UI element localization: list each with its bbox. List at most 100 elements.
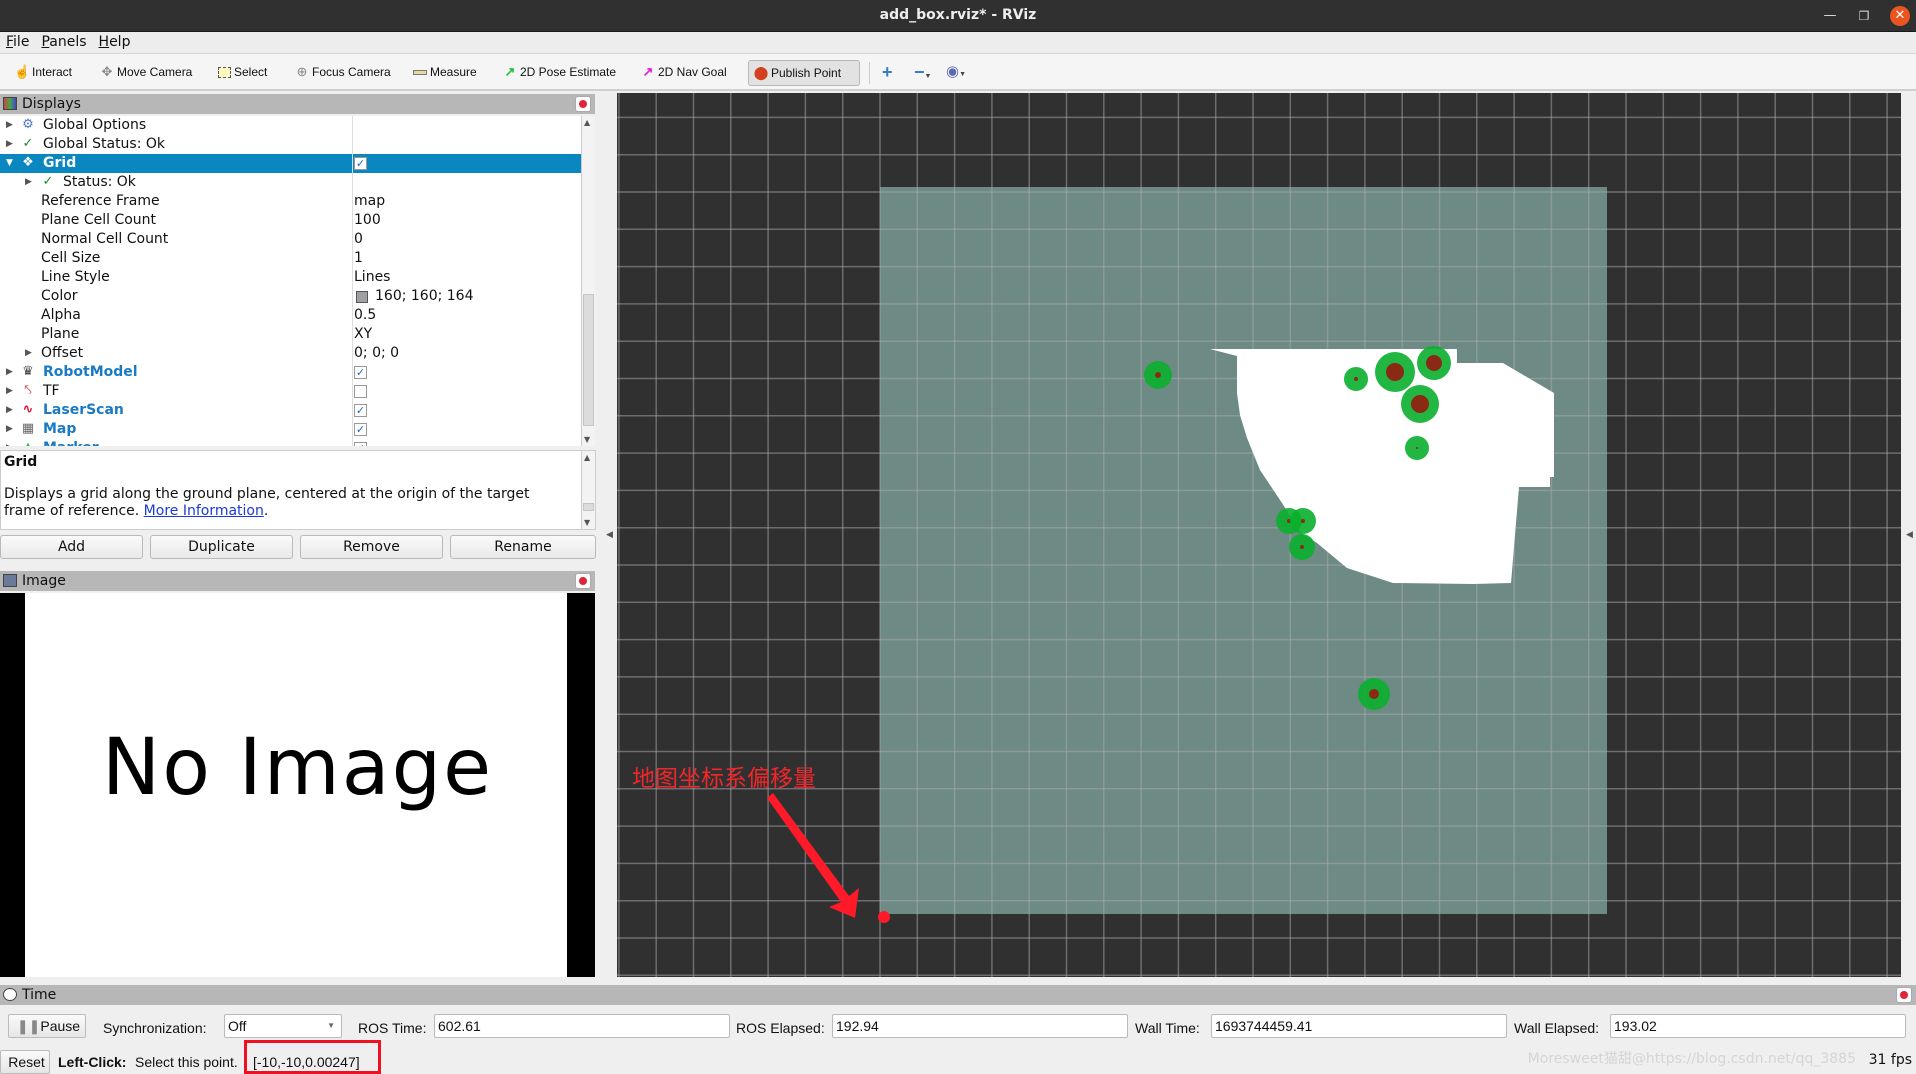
pause-button[interactable]: ❚❚Pause [8, 1014, 86, 1038]
tool-publish-point[interactable]: ⬤ Publish Point [748, 60, 860, 86]
obstacle-core [1300, 545, 1304, 549]
tool-measure[interactable]: Measure [408, 60, 481, 86]
tree-item-marker[interactable]: ▶▲Marker✓ [0, 439, 582, 446]
image-icon [3, 574, 17, 587]
gear-icon: ⚙ [22, 117, 34, 132]
displays-scrollbar[interactable]: ▲ ▼ [581, 116, 595, 446]
property-reference-frame[interactable]: Reference Frame map [0, 192, 582, 211]
tf-checkbox[interactable] [354, 385, 367, 398]
collapse-right-icon[interactable]: ◀ [1906, 530, 1913, 540]
property-alpha[interactable]: Alpha 0.5 [0, 306, 582, 325]
tool-focus-camera[interactable]: ⊕ Focus Camera [290, 60, 395, 86]
close-panel-icon[interactable] [575, 96, 591, 112]
description-panel: Grid Displays a grid along the ground pl… [0, 450, 596, 530]
annotation-text: 地图坐标系偏移量 [632, 766, 816, 792]
grid-icon: ❖ [22, 155, 34, 170]
tree-item-tf[interactable]: ▶ ⤣ TF [0, 382, 582, 401]
duplicate-button[interactable]: Duplicate [150, 535, 293, 559]
laserscan-checkbox[interactable]: ✓ [354, 404, 367, 417]
obstacle-core [1354, 377, 1358, 381]
image-view: No Image [0, 593, 595, 977]
tool-2d-nav-goal[interactable]: ↗ 2D Nav Goal [636, 60, 731, 86]
annotation-arrow [767, 793, 859, 918]
sync-label: Synchronization: [103, 1020, 207, 1036]
map-checkbox[interactable]: ✓ [354, 423, 367, 436]
tool-select[interactable]: Select [212, 60, 271, 86]
tree-item-grid[interactable]: ▼ ❖ Grid ✓ [0, 154, 582, 173]
tool-move-camera[interactable]: ✥ Move Camera [95, 60, 196, 86]
close-panel-icon[interactable] [1896, 987, 1912, 1003]
tool-interact[interactable]: ☝ Interact [10, 60, 76, 86]
close-panel-icon[interactable] [575, 573, 591, 589]
robot-icon: ♛ [22, 364, 34, 379]
check-icon: ✓ [22, 136, 34, 151]
rename-button[interactable]: Rename [450, 535, 596, 559]
ros-elapsed-label: ROS Elapsed: [736, 1020, 825, 1036]
collapse-left-icon[interactable]: ◀ [606, 530, 613, 540]
restore-icon[interactable]: ❐ [1854, 6, 1874, 26]
obstacle-core [1386, 363, 1404, 381]
displays-panel-header: Displays [0, 94, 595, 114]
menu-bar: File Panels Help [0, 32, 1916, 54]
3d-render-view[interactable] [617, 93, 1901, 977]
tree-item-global-options[interactable]: ▶ ⚙ Global Options [0, 116, 582, 135]
reset-button[interactable]: Reset [0, 1050, 50, 1074]
ruler-icon [412, 60, 428, 84]
tree-item-laserscan[interactable]: ▶ ∿ LaserScan ✓ [0, 401, 582, 420]
color-swatch[interactable] [356, 291, 368, 303]
time-panel-header: Time [0, 985, 1916, 1005]
wall-elapsed-field[interactable]: 193.02 [1610, 1014, 1906, 1038]
description-scrollbar[interactable]: ▲ ▼ [581, 451, 595, 529]
toolbar: ☝ Interact ✥ Move Camera Select ⊕ Focus Cam… [0, 54, 1916, 91]
remove-button[interactable]: Remove [300, 535, 443, 559]
add-button[interactable]: Add [0, 535, 143, 559]
image-panel-title: Image [22, 573, 66, 589]
column-separator [352, 116, 353, 446]
tool-2d-pose-estimate[interactable]: ↗ 2D Pose Estimate [498, 60, 620, 86]
fps-readout: 31 fps [1868, 1052, 1912, 1068]
wall-time-field[interactable]: 1693744459.41 [1211, 1014, 1507, 1038]
ros-time-field[interactable]: 602.61 [434, 1014, 730, 1038]
ros-elapsed-field[interactable]: 192.94 [832, 1014, 1128, 1038]
property-plane[interactable]: Plane XY [0, 325, 582, 344]
tree-item-global-status[interactable]: ▶ ✓ Global Status: Ok [0, 135, 582, 154]
minimize-icon[interactable]: — [1820, 6, 1840, 26]
menu-panels[interactable]: Panels [35, 32, 92, 50]
grid-enabled-checkbox[interactable]: ✓ [354, 157, 367, 170]
tree-item-map[interactable]: ▶ ▦ Map ✓ [0, 420, 582, 439]
property-normal-cell-count[interactable]: Normal Cell Count 0 [0, 230, 582, 249]
property-cell-size[interactable]: Cell Size 1 [0, 249, 582, 268]
chevron-down-icon: ▼ [327, 1021, 335, 1030]
published-point [878, 911, 890, 923]
window-title: add_box.rviz* - RViz [879, 7, 1037, 23]
menu-help[interactable]: Help [93, 32, 137, 50]
description-text: Displays a grid along the ground plane, … [4, 486, 530, 519]
more-information-link[interactable]: More Information [144, 503, 264, 519]
laserscan-icon: ∿ [22, 402, 34, 417]
title-bar: add_box.rviz* - RViz — ❐ ✕ [0, 0, 1916, 32]
wall-elapsed-label: Wall Elapsed: [1514, 1020, 1600, 1036]
plus-icon[interactable]: + [878, 60, 897, 86]
property-plane-cell-count[interactable]: Plane Cell Count 100 [0, 211, 582, 230]
menu-file[interactable]: File [0, 32, 35, 50]
marker-checkbox[interactable]: ✓ [354, 442, 367, 446]
minus-icon[interactable]: −▼ [910, 60, 935, 86]
obstacle-core [1155, 372, 1161, 378]
close-icon[interactable]: ✕ [1890, 6, 1910, 26]
green-arrow-icon: ↗ [504, 64, 516, 79]
property-color[interactable]: Color 160; 160; 164 [0, 287, 582, 306]
sync-select[interactable]: Off ▼ [224, 1014, 342, 1038]
tree-item-status-ok[interactable]: ▶ ✓ Status: Ok [0, 173, 582, 192]
eye-icon[interactable]: ◉▼ [942, 60, 970, 86]
ros-time-label: ROS Time: [358, 1020, 427, 1036]
obstacle-core [1426, 355, 1442, 371]
image-panel-header: Image [0, 571, 595, 591]
tree-item-robotmodel[interactable]: ▶ ♛ RobotModel ✓ [0, 363, 582, 382]
tf-axes-icon: ⤣ [24, 383, 32, 398]
property-line-style[interactable]: Line Style Lines [0, 268, 582, 287]
no-image-text: No Image [101, 723, 494, 813]
property-offset[interactable]: ▶ Offset 0; 0; 0 [0, 344, 582, 363]
obstacle-core [1411, 395, 1429, 413]
obstacle-core [1416, 447, 1418, 449]
robotmodel-checkbox[interactable]: ✓ [354, 366, 367, 379]
